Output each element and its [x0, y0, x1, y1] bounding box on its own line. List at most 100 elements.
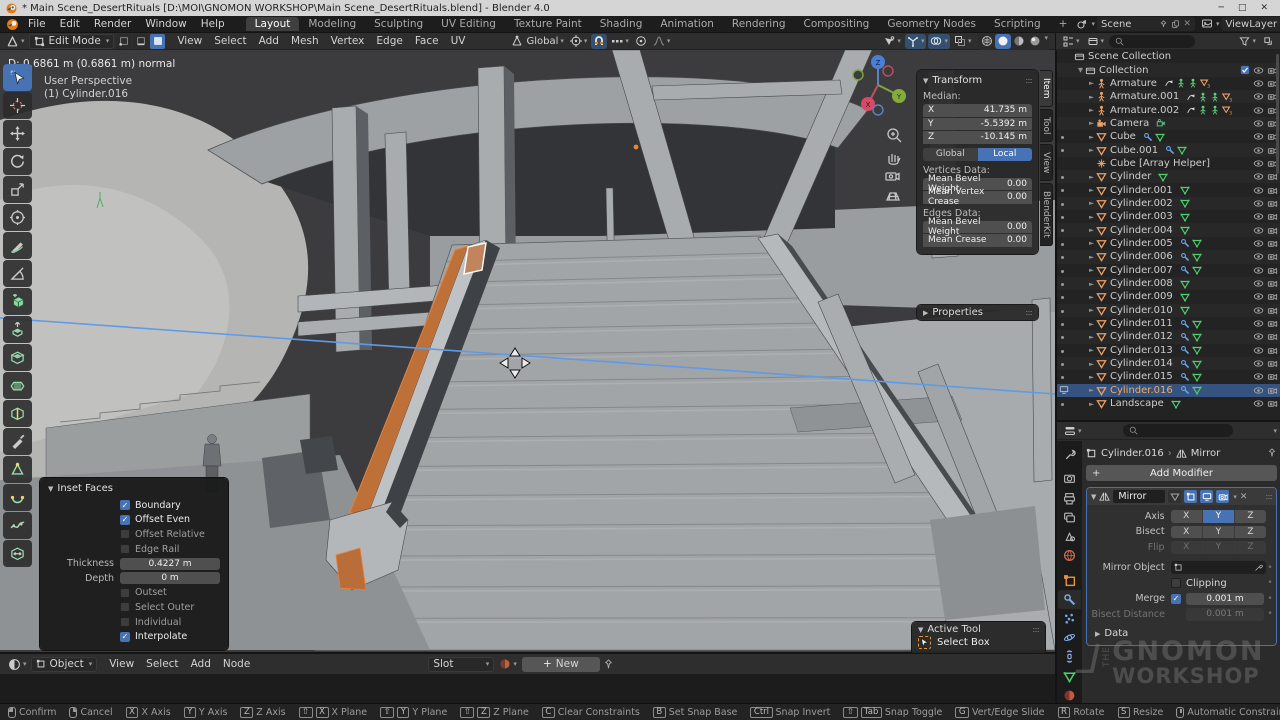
- sidebar-tab-tool[interactable]: Tool: [1040, 109, 1053, 142]
- editor-type-button[interactable]: ▾: [4, 34, 27, 49]
- shader-menu-view[interactable]: View: [103, 658, 140, 670]
- tool-annotate-button[interactable]: [3, 232, 32, 259]
- viewport-menu-mesh[interactable]: Mesh: [285, 35, 325, 47]
- outliner-item-name[interactable]: Cylinder.013: [1110, 345, 1173, 356]
- expand-arrow[interactable]: ►: [1087, 199, 1096, 207]
- meshdata-icon[interactable]: [1177, 145, 1187, 155]
- shader-type-selector[interactable]: Object ▾: [31, 657, 98, 672]
- expand-arrow[interactable]: ►: [1087, 133, 1096, 141]
- outliner-row-collection[interactable]: ▼Collection: [1057, 63, 1280, 76]
- outliner-row-cylinder-006[interactable]: ►Cylinder.006: [1057, 250, 1280, 263]
- expand-arrow[interactable]: ►: [1087, 293, 1096, 301]
- outliner-row-cylinder-005[interactable]: ►Cylinder.005: [1057, 237, 1280, 250]
- expand-arrow[interactable]: ►: [1087, 306, 1096, 314]
- properties-tab-object[interactable]: [1058, 570, 1081, 589]
- boundary-checkbox[interactable]: ✓: [120, 500, 130, 510]
- properties-options-chevron[interactable]: ▾: [1273, 427, 1277, 435]
- meshdata-icon[interactable]: [1180, 185, 1190, 195]
- properties-tab-object-data[interactable]: [1058, 667, 1081, 686]
- menu-file[interactable]: File: [21, 18, 53, 30]
- outliner-filter-collection-button[interactable]: ▾: [1085, 34, 1107, 49]
- outliner-row-scene-collection[interactable]: Scene Collection: [1057, 50, 1280, 63]
- hide-eye-icon[interactable]: [1253, 225, 1264, 236]
- menu-window[interactable]: Window: [138, 18, 193, 30]
- wrench-icon[interactable]: [1180, 238, 1190, 248]
- expand-arrow[interactable]: ►: [1087, 280, 1096, 288]
- disable-render-icon[interactable]: [1267, 358, 1278, 369]
- material-browse-button[interactable]: ▾: [497, 657, 519, 672]
- meshdata-icon[interactable]: [1180, 212, 1190, 222]
- axis-z-button[interactable]: Z: [1235, 510, 1266, 523]
- data-expand-chevron[interactable]: ▶: [1095, 630, 1100, 638]
- pose-icon[interactable]: [1188, 78, 1198, 88]
- interpolate-checkbox[interactable]: ✓: [120, 632, 130, 642]
- drag-handle[interactable]: ::::: [1265, 492, 1272, 501]
- properties-tab-tool[interactable]: [1058, 445, 1081, 464]
- hide-eye-icon[interactable]: [1253, 185, 1264, 196]
- outliner-row-cylinder-004[interactable]: ►Cylinder.004: [1057, 223, 1280, 236]
- hide-eye-icon[interactable]: [1253, 171, 1264, 182]
- meshdata-icon[interactable]: [1192, 265, 1202, 275]
- edge-mean-bevel-weight[interactable]: Mean Bevel Weight0.00: [923, 221, 1032, 234]
- overlays-toggle-button[interactable]: ▾: [928, 34, 950, 49]
- tool-spin-button[interactable]: [3, 484, 32, 511]
- outliner-item-name[interactable]: Cylinder.007: [1110, 265, 1173, 276]
- outliner-item-name[interactable]: Cylinder.004: [1110, 225, 1173, 236]
- meshdata-icon[interactable]: [1192, 252, 1202, 262]
- menu-edit[interactable]: Edit: [53, 18, 87, 30]
- outliner-row-cylinder-016[interactable]: ►Cylinder.016: [1057, 384, 1280, 397]
- hide-eye-icon[interactable]: [1253, 131, 1264, 142]
- hide-eye-icon[interactable]: [1253, 118, 1264, 129]
- expand-arrow[interactable]: ►: [1087, 360, 1096, 368]
- scene-icon[interactable]: [1076, 18, 1088, 30]
- wrench-icon[interactable]: [1180, 359, 1190, 369]
- data-section-label[interactable]: Data: [1104, 628, 1128, 639]
- outliner-row-cylinder-003[interactable]: ►Cylinder.003: [1057, 210, 1280, 223]
- tool-move-button[interactable]: [3, 120, 32, 147]
- outliner-row-camera[interactable]: ►Camera: [1057, 117, 1280, 130]
- wrench-icon[interactable]: [1180, 252, 1190, 262]
- tri3-icon[interactable]: 3: [1222, 105, 1232, 115]
- outliner-item-name[interactable]: Cylinder.002: [1110, 198, 1173, 209]
- outliner-row-cylinder-014[interactable]: ►Cylinder.014: [1057, 357, 1280, 370]
- show-in-editmode-toggle[interactable]: [1184, 490, 1197, 503]
- maximize-button[interactable]: □: [1238, 3, 1247, 13]
- wrench-icon[interactable]: [1180, 319, 1190, 329]
- properties-tab-view-layer[interactable]: [1058, 508, 1081, 527]
- expand-arrow[interactable]: ►: [1087, 173, 1096, 181]
- show-render-toggle[interactable]: [1216, 490, 1229, 503]
- workspace-tab-scripting[interactable]: Scripting: [985, 17, 1050, 31]
- outliner-item-name[interactable]: Scene Collection: [1088, 51, 1171, 62]
- expand-arrow[interactable]: ►: [1087, 373, 1096, 381]
- expand-arrow[interactable]: ►: [1087, 79, 1096, 87]
- outset-checkbox[interactable]: [120, 588, 130, 598]
- offset-relative-checkbox[interactable]: [120, 529, 130, 539]
- edge-rail-checkbox[interactable]: [120, 544, 130, 554]
- meshdata-icon[interactable]: [1192, 238, 1202, 248]
- clipping-checkbox[interactable]: [1171, 578, 1181, 588]
- slot-selector[interactable]: Slot▾: [428, 657, 494, 672]
- properties-tab-render[interactable]: [1058, 469, 1081, 488]
- median-z[interactable]: Z-10.145 m: [923, 131, 1032, 144]
- pin-icon[interactable]: [1159, 20, 1168, 29]
- outliner-row-cylinder-015[interactable]: ►Cylinder.015: [1057, 370, 1280, 383]
- shading-solid-button[interactable]: [995, 34, 1011, 49]
- hide-eye-icon[interactable]: [1253, 265, 1264, 276]
- expand-arrow[interactable]: ►: [1087, 239, 1096, 247]
- meshdata-icon[interactable]: [1192, 345, 1202, 355]
- disable-render-icon[interactable]: [1267, 371, 1278, 382]
- pose-icon[interactable]: [1210, 105, 1220, 115]
- expand-arrow[interactable]: ►: [1087, 333, 1096, 341]
- vertex-mean-vertex-crease[interactable]: Mean Vertex Crease0.00: [923, 191, 1032, 204]
- outliner-item-name[interactable]: Armature: [1110, 78, 1157, 89]
- wrench-icon[interactable]: [1180, 372, 1190, 382]
- wrench-icon[interactable]: [1143, 132, 1153, 142]
- merge-checkbox[interactable]: ✓: [1171, 594, 1181, 604]
- outliner-row-cylinder-001[interactable]: ►Cylinder.001: [1057, 183, 1280, 196]
- hide-eye-icon[interactable]: [1253, 371, 1264, 382]
- expand-arrow[interactable]: ►: [1087, 186, 1096, 194]
- outliner-row-armature-002[interactable]: ►Armature.0023: [1057, 103, 1280, 116]
- pin-icon[interactable]: [1267, 448, 1277, 458]
- individual-checkbox[interactable]: [120, 617, 130, 627]
- close-button[interactable]: ✕: [1260, 3, 1268, 13]
